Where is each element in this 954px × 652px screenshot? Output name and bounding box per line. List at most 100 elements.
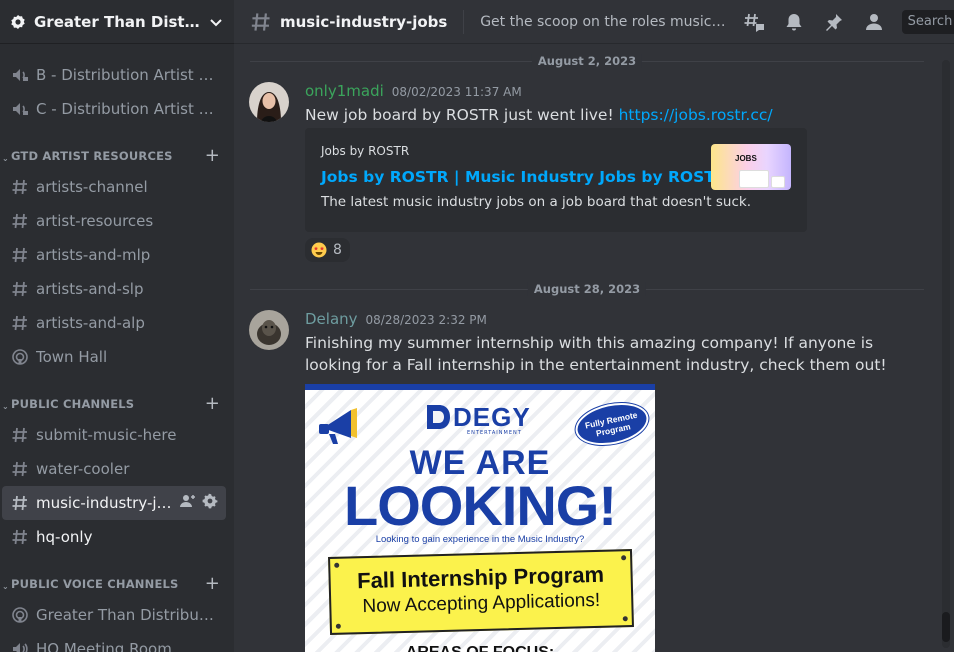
poster-logo-text: DEGY — [453, 402, 531, 432]
invite-user-icon[interactable] — [180, 493, 196, 513]
poster-areas-heading: AREAS OF FOCUS: — [305, 644, 655, 652]
pin-icon[interactable] — [822, 10, 846, 34]
add-channel-icon[interactable]: + — [205, 575, 220, 593]
degy-logo: DEGY ENTERTAINMENT — [423, 402, 553, 436]
add-channel-icon[interactable]: + — [205, 395, 220, 413]
username[interactable]: Delany — [305, 310, 358, 328]
image-attachment[interactable]: DEGY ENTERTAINMENT Fully Remote Program … — [305, 384, 655, 652]
category-label: GTD ARTIST RESOURCES — [11, 149, 173, 163]
channel-item-hq-only[interactable]: hq-only — [2, 520, 226, 554]
channel-sidebar: Greater Than Distrib... B - Distribution… — [0, 0, 234, 652]
add-channel-icon[interactable]: + — [205, 147, 220, 165]
channel-item-artists-and-slp[interactable]: artists-and-slp — [2, 272, 226, 306]
channel-topic[interactable]: Get the scoop on the roles music compani… — [480, 14, 725, 30]
speaker-lock-icon — [10, 65, 30, 85]
scrollbar-track[interactable] — [942, 60, 950, 648]
category-public-voice-channels[interactable]: ⌄ PUBLIC VOICE CHANNELS + — [0, 562, 234, 598]
date-divider: August 2, 2023 — [250, 54, 924, 68]
megaphone-icon — [317, 402, 365, 446]
chevron-down-icon: ⌄ — [2, 402, 9, 411]
threads-icon[interactable] — [742, 10, 766, 34]
message-link[interactable]: https://jobs.rostr.cc/ — [619, 106, 773, 124]
hash-icon — [10, 177, 30, 197]
chevron-down-icon[interactable] — [208, 14, 224, 30]
channel-item-b-distribution[interactable]: B - Distribution Artist R... — [2, 58, 226, 92]
channel-label: artists-and-mlp — [36, 246, 151, 264]
star-struck-emoji-icon — [311, 242, 327, 258]
speaker-lock-icon — [10, 99, 30, 119]
scrollbar-thumb[interactable] — [942, 612, 950, 642]
poster-headline-2: LOOKING! — [344, 474, 617, 537]
avatar[interactable] — [249, 82, 289, 122]
poster-logo-subtext: ENTERTAINMENT — [467, 430, 522, 436]
date-divider: August 28, 2023 — [250, 282, 924, 296]
hash-icon — [10, 493, 30, 513]
channel-label: HQ Meeting Room — [36, 640, 172, 652]
header-divider — [463, 9, 465, 34]
hash-icon — [10, 279, 30, 299]
reaction-star-struck[interactable]: 8 — [305, 238, 350, 262]
category-public-channels[interactable]: ⌄ PUBLIC CHANNELS + — [0, 382, 234, 418]
channel-item-artists-and-alp[interactable]: artists-and-alp — [2, 306, 226, 340]
channel-label: submit-music-here — [36, 426, 177, 444]
channel-item-artists-channel[interactable]: artists-channel — [2, 170, 226, 204]
speaker-icon — [10, 639, 30, 652]
channel-item-music-industry-jobs[interactable]: music-industry-jobs — [2, 486, 226, 520]
chevron-down-icon: ⌄ — [2, 154, 9, 163]
channel-label: artists-channel — [36, 178, 148, 196]
channel-item-greater-than-stage[interactable]: Greater Than Distributio... — [2, 598, 226, 632]
member-list-icon[interactable] — [862, 10, 886, 34]
channel-item-c-distribution[interactable]: C - Distribution Artist R... — [2, 92, 226, 126]
channel-title: music-industry-jobs — [280, 12, 448, 31]
chevron-down-icon: ⌄ — [2, 582, 9, 591]
message-text: New job board by ROSTR just went live! h… — [305, 104, 905, 126]
channel-label: music-industry-jobs — [36, 494, 176, 512]
server-header[interactable]: Greater Than Distrib... — [0, 0, 234, 44]
thumbnail-card — [771, 176, 785, 188]
hash-icon — [10, 245, 30, 265]
channel-item-artist-resources[interactable]: artist-resources — [2, 204, 226, 238]
channel-label: Greater Than Distributio... — [36, 606, 218, 624]
embed-thumbnail[interactable]: JOBS — [711, 144, 791, 190]
category-gtd-artist-resources[interactable]: ⌄ GTD ARTIST RESOURCES + — [0, 134, 234, 170]
channel-item-hq-meeting-room[interactable]: HQ Meeting Room — [2, 632, 226, 652]
channel-label: artists-and-alp — [36, 314, 145, 332]
avatar[interactable] — [249, 310, 289, 350]
username[interactable]: only1madi — [305, 82, 384, 100]
category-label: PUBLIC VOICE CHANNELS — [11, 577, 179, 591]
channel-item-submit-music-here[interactable]: submit-music-here — [2, 418, 226, 452]
channel-label: water-cooler — [36, 460, 130, 478]
channel-label: artist-resources — [36, 212, 154, 230]
thumbnail-logo-text: JOBS — [735, 154, 757, 163]
channel-label: hq-only — [36, 528, 93, 546]
poster-highlight-box: Fall Internship Program Now Accepting Ap… — [328, 549, 634, 635]
stage-icon — [10, 347, 30, 367]
channel-label: B - Distribution Artist R... — [36, 66, 218, 84]
hash-icon — [250, 11, 272, 33]
stage-icon — [10, 605, 30, 625]
search-input[interactable]: Search — [901, 9, 954, 34]
embed-description: The latest music industry jobs on a job … — [321, 194, 752, 210]
message-text: Finishing my summer internship with this… — [305, 334, 887, 374]
notification-bell-icon[interactable] — [782, 10, 806, 34]
channel-item-artists-and-mlp[interactable]: artists-and-mlp — [2, 238, 226, 272]
hash-icon — [10, 425, 30, 445]
channel-header: music-industry-jobs Get the scoop on the… — [234, 0, 954, 44]
message-list: August 2, 2023 only1madi 08/02/2023 11:3… — [234, 44, 938, 652]
timestamp: 08/02/2023 11:37 AM — [391, 85, 522, 99]
thumbnail-card — [739, 170, 769, 188]
hash-icon — [10, 459, 30, 479]
reaction-count: 8 — [333, 242, 342, 258]
poster-subline: Looking to gain experience in the Music … — [375, 534, 585, 545]
gear-icon[interactable] — [202, 493, 218, 513]
channel-item-water-cooler[interactable]: water-cooler — [2, 452, 226, 486]
channel-list: B - Distribution Artist R... C - Distrib… — [0, 44, 234, 652]
channel-item-town-hall[interactable]: Town Hall — [2, 340, 226, 374]
date-label: August 28, 2023 — [527, 282, 647, 296]
link-embed: Jobs by ROSTR Jobs by ROSTR | Music Indu… — [305, 128, 807, 232]
date-label: August 2, 2023 — [531, 54, 643, 68]
timestamp: 08/28/2023 2:32 PM — [365, 313, 487, 327]
channel-label: Town Hall — [36, 348, 108, 366]
channel-label: artists-and-slp — [36, 280, 144, 298]
server-name: Greater Than Distrib... — [34, 12, 202, 31]
